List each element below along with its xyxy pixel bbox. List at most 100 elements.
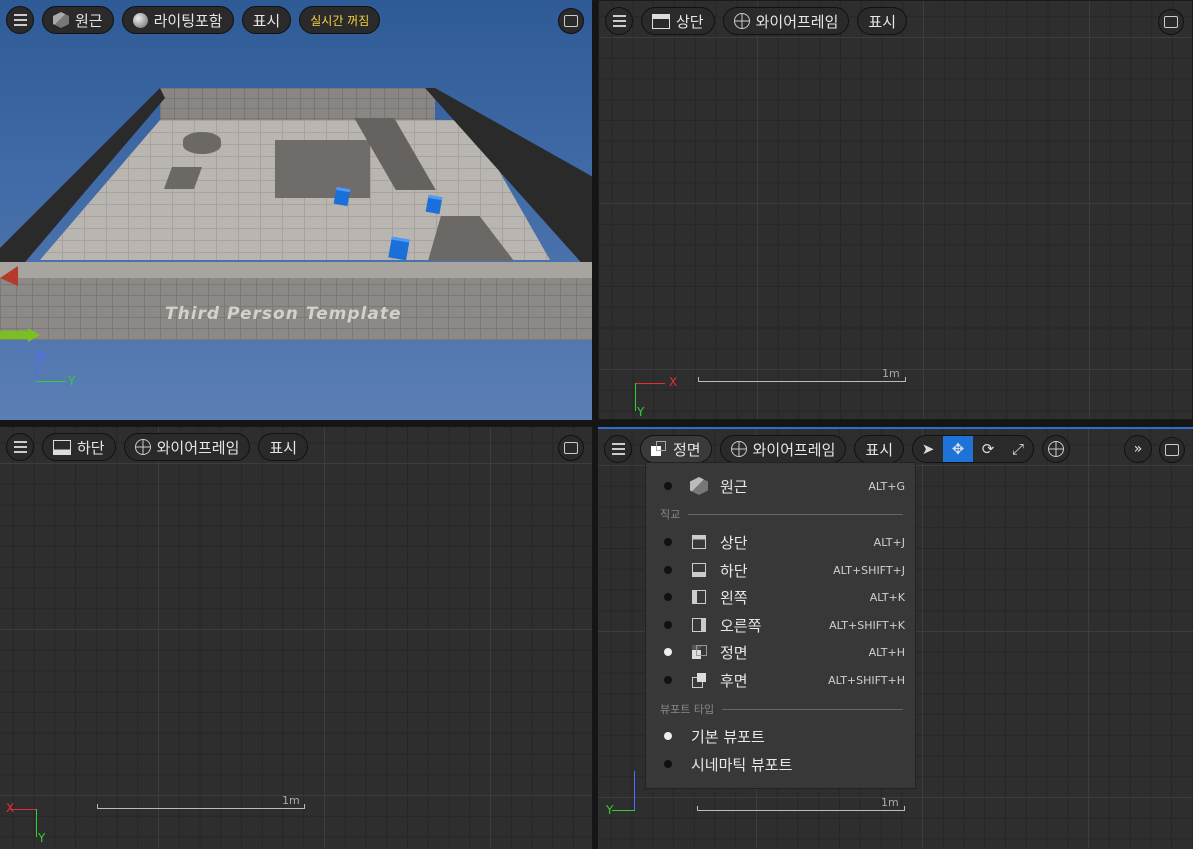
menu-item-shortcut: ALT+SHIFT+J [833, 563, 905, 577]
perspective-cube-icon [690, 477, 708, 495]
scale-bar [97, 804, 305, 809]
scale-label: 1m [882, 367, 900, 380]
top-view-icon [692, 535, 706, 549]
radio-dot [664, 566, 672, 574]
view-type-label: 상단 [676, 12, 704, 31]
maximize-icon [1165, 444, 1179, 456]
wireframe-globe-icon [733, 13, 750, 29]
view-mode-label: 와이어프레임 [156, 438, 240, 457]
view-mode-button[interactable]: 라이팅포함 [121, 6, 234, 34]
menu-item-shortcut: ALT+H [868, 645, 905, 659]
radio-dot [664, 676, 672, 684]
viewport-menu-button[interactable] [6, 6, 34, 34]
menu-item-label: 상단 [720, 533, 748, 552]
viewport-menu-button[interactable] [6, 433, 34, 461]
radio-dot [664, 482, 672, 490]
view-type-label: 하단 [77, 438, 105, 457]
menu-item-bottom[interactable]: 하단 ALT+SHIFT+J [646, 557, 915, 583]
maximize-icon [564, 442, 578, 454]
wireframe-globe-icon [730, 441, 747, 457]
maximize-viewport-button[interactable] [1158, 9, 1184, 35]
axis-x-label: X [6, 801, 15, 815]
scene-front-wall [0, 262, 592, 340]
scene-blue-cube [425, 194, 443, 215]
view-type-label: 원근 [75, 11, 103, 30]
view-mode-button[interactable]: 와이어프레임 [722, 7, 850, 35]
view-type-button[interactable]: 원근 [42, 6, 114, 34]
axis-y-label: Y [637, 405, 645, 419]
transform-tools: ➤ ✥ ⟳ ⤢ [912, 435, 1035, 463]
axis-indicator: X Y [4, 801, 54, 847]
show-button[interactable]: 표시 [857, 7, 908, 35]
view-type-button[interactable]: 하단 [42, 433, 116, 461]
show-label: 표시 [252, 11, 281, 30]
axis-x-label: X [669, 375, 678, 389]
bottom-view-icon [692, 563, 706, 577]
select-arrow-icon[interactable]: ➤ [913, 436, 943, 462]
perspective-cube-icon [53, 12, 69, 28]
menu-item-shortcut: ALT+SHIFT+K [829, 618, 905, 632]
menu-item-front[interactable]: 정면 ALT+H [646, 639, 915, 665]
scale-tool-icon[interactable]: ⤢ [1003, 436, 1033, 462]
show-button[interactable]: 표시 [854, 435, 905, 463]
front-view-icon [692, 645, 707, 659]
left-view-icon [692, 590, 706, 604]
menu-item-shortcut: ALT+J [873, 535, 905, 549]
scale-bar [697, 806, 905, 811]
menu-item-perspective[interactable]: 원근 ALT+G [646, 473, 915, 499]
viewport-menu-button[interactable] [604, 435, 632, 463]
maximize-viewport-button[interactable] [558, 435, 584, 461]
show-label: 표시 [868, 12, 897, 31]
more-tools-button[interactable]: » [1124, 435, 1152, 463]
perspective-viewport[interactable]: Third Person Template Z Y 원근 라이팅포함 표시 실시… [0, 0, 592, 420]
maximize-icon [564, 15, 578, 27]
menu-section-ortho: 직교 [660, 506, 903, 522]
show-button[interactable]: 표시 [258, 433, 309, 461]
maximize-viewport-button[interactable] [1159, 437, 1185, 463]
show-label: 표시 [269, 438, 298, 457]
menu-item-left[interactable]: 왼쪽 ALT+K [646, 584, 915, 610]
radio-dot [664, 760, 672, 768]
scene-template-text: Third Person Template [165, 304, 402, 324]
view-mode-label: 라이팅포함 [153, 11, 223, 30]
view-type-label: 정면 [673, 440, 701, 459]
view-type-menu: 원근 ALT+G 직교 상단 ALT+J 하단 ALT+SHIFT+J 왼쪽 A… [645, 462, 916, 789]
menu-item-label: 시네마틱 뷰포트 [691, 755, 793, 774]
hamburger-icon [13, 441, 27, 453]
menu-item-right[interactable]: 오른쪽 ALT+SHIFT+K [646, 612, 915, 638]
menu-item-label: 정면 [720, 643, 748, 662]
view-type-button[interactable]: 상단 [641, 7, 715, 35]
menu-item-top[interactable]: 상단 ALT+J [646, 529, 915, 555]
scene-blue-cube [333, 186, 351, 207]
scene-cylinder [183, 132, 221, 154]
top-view-icon [652, 13, 670, 29]
viewport-menu-button[interactable] [605, 7, 633, 35]
top-viewport[interactable]: 상단 와이어프레임 표시 1m X Y [598, 0, 1193, 420]
scale-label: 1m [881, 796, 899, 809]
menu-item-label: 후면 [720, 671, 748, 690]
menu-item-back[interactable]: 후면 ALT+SHIFT+H [646, 667, 915, 693]
radio-dot-selected [664, 732, 672, 740]
menu-item-label: 기본 뷰포트 [691, 727, 765, 746]
realtime-off-badge[interactable]: 실시간 꺼짐 [299, 6, 381, 34]
view-type-button[interactable]: 정면 [640, 435, 712, 463]
view-mode-button[interactable]: 와이어프레임 [719, 435, 847, 463]
show-button[interactable]: 표시 [241, 6, 292, 34]
hamburger-icon [612, 15, 626, 27]
view-mode-button[interactable]: 와이어프레임 [123, 433, 251, 461]
show-label: 표시 [865, 440, 894, 459]
wireframe-globe-icon [134, 439, 151, 455]
bottom-viewport[interactable]: 하단 와이어프레임 표시 1m X Y [0, 427, 592, 849]
rotate-tool-icon[interactable]: ⟳ [973, 436, 1003, 462]
move-tool-icon[interactable]: ✥ [943, 436, 974, 462]
coordinate-system-button[interactable] [1042, 435, 1071, 463]
maximize-viewport-button[interactable] [558, 8, 584, 34]
menu-item-cinematic-viewport[interactable]: 시네마틱 뷰포트 [646, 751, 915, 777]
hamburger-icon [611, 443, 625, 455]
menu-item-label: 하단 [720, 561, 748, 580]
bottom-view-icon [53, 439, 71, 455]
menu-item-shortcut: ALT+SHIFT+H [828, 673, 905, 687]
maximize-icon [1164, 16, 1178, 28]
radio-dot [664, 538, 672, 546]
menu-item-default-viewport[interactable]: 기본 뷰포트 [646, 723, 915, 749]
